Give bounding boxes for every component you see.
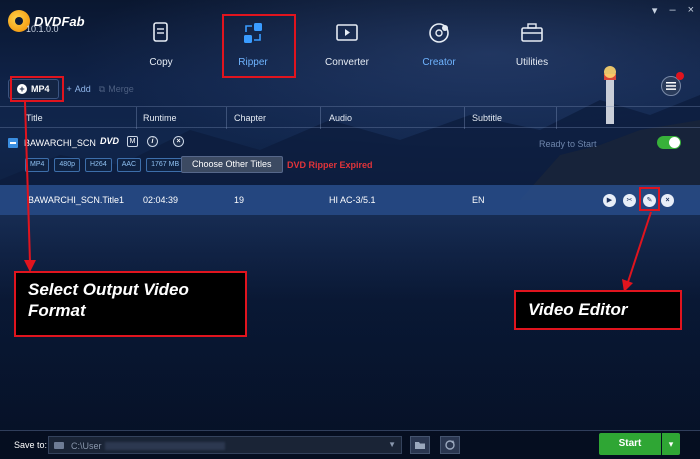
top-bar: DVDFab 10.1.0.0 ▾ – × Copy Ripper Conver… (0, 0, 700, 84)
column-divider (226, 107, 227, 129)
merge-button[interactable]: ⧉ Merge (99, 84, 134, 95)
column-divider (556, 107, 557, 129)
chip-video-codec[interactable]: H264 (84, 158, 112, 172)
format-highlight-box (10, 76, 64, 102)
column-title[interactable]: Title (26, 113, 43, 123)
mode-creator-label: Creator (422, 57, 456, 68)
add-source-button[interactable]: + Add (67, 84, 91, 94)
mode-utilities-label: Utilities (515, 57, 549, 68)
disc-name: BAWARCHI_SCN (24, 138, 96, 148)
row-runtime: 02:04:39 (143, 195, 179, 205)
source-group: BAWARCHI_SCN DVD M i × Ready to Start MP… (0, 131, 700, 183)
play-icon[interactable]: ▶ (603, 194, 616, 207)
folder-icon (415, 442, 425, 449)
start-options-chevron-icon[interactable]: ▾ (662, 433, 680, 455)
row-title: BAWARCHI_SCN.Title1 (28, 195, 125, 205)
settings-icon[interactable]: ✂ (623, 194, 636, 207)
app-version: 10.1.0.0 (26, 24, 59, 34)
status-text: Ready to Start (539, 139, 597, 149)
row-chapter: 19 (234, 195, 245, 205)
chip-audio-codec[interactable]: AAC (116, 158, 142, 172)
window-controls: ▾ – × (652, 4, 694, 17)
output-path-text: C:\User (71, 441, 102, 451)
plus-icon: + (66, 84, 72, 94)
enable-toggle[interactable] (657, 136, 681, 149)
browse-folder-button[interactable] (410, 436, 430, 454)
converter-film-icon (336, 24, 358, 41)
profile-chips: MP4 480p H264 AAC 1767 MB (25, 158, 185, 172)
hamburger-icon (666, 82, 676, 90)
save-to-label: Save to: (14, 440, 48, 450)
callout-select-format: Select Output Video Format (14, 271, 247, 337)
copy-document-icon (153, 22, 168, 42)
table-row[interactable]: BAWARCHI_SCN.Title1 02:04:39 19 HI AC-3/… (0, 185, 700, 215)
merge-icon: ⧉ (98, 83, 106, 94)
refresh-button[interactable] (440, 436, 460, 454)
chip-size[interactable]: 1767 MB (146, 158, 185, 172)
folder-small-icon (54, 442, 64, 449)
choose-other-titles-button[interactable]: Choose Other Titles (181, 156, 283, 173)
row-subtitle[interactable]: EN (472, 195, 485, 205)
minimize-icon[interactable]: – (669, 4, 675, 17)
output-path-field[interactable]: C:\User ▼ (48, 436, 402, 454)
close-icon[interactable]: × (688, 4, 694, 17)
remove-source-icon[interactable]: × (173, 136, 184, 147)
utilities-toolbox-icon (521, 23, 543, 42)
refresh-icon (445, 440, 455, 450)
column-divider (464, 107, 465, 129)
column-header-row: Title Runtime Chapter Audio Subtitle (0, 106, 700, 129)
chip-resolution[interactable]: 480p (54, 158, 80, 172)
column-chapter[interactable]: Chapter (234, 113, 266, 123)
bottom-bar: Save to: C:\User ▼ (0, 430, 700, 459)
dropdown-menu-icon[interactable]: ▾ (652, 4, 658, 17)
collapse-toggle[interactable] (8, 138, 18, 148)
editor-highlight-box (639, 187, 660, 211)
mode-utilities[interactable]: Utilities (497, 20, 567, 70)
column-subtitle[interactable]: Subtitle (472, 113, 502, 123)
mode-converter[interactable]: Converter (312, 20, 382, 70)
row-audio[interactable]: HI AC-3/5.1 (329, 195, 376, 205)
redacted-path (105, 442, 225, 450)
dvd-logo-icon: DVD (100, 136, 120, 146)
m-icon[interactable]: M (127, 136, 138, 147)
remove-title-icon[interactable]: × (661, 194, 674, 207)
notification-badge (676, 72, 684, 80)
callout-video-editor: Video Editor (514, 290, 682, 330)
add-source-label: Add (74, 84, 91, 94)
column-divider (320, 107, 321, 129)
mode-creator[interactable]: Creator (404, 20, 474, 70)
chip-container[interactable]: MP4 (25, 158, 50, 172)
mode-copy-label: Copy (149, 57, 173, 68)
module-status: DVD Ripper Expired (287, 160, 373, 170)
column-audio[interactable]: Audio (329, 113, 352, 123)
chevron-down-icon[interactable]: ▼ (388, 440, 396, 449)
ripper-highlight-box (222, 14, 296, 78)
column-runtime[interactable]: Runtime (143, 113, 177, 123)
start-button[interactable]: Start (599, 433, 661, 455)
mode-copy[interactable]: Copy (126, 20, 196, 70)
column-divider (136, 107, 137, 129)
creator-disc-icon (429, 23, 449, 43)
merge-label: Merge (108, 84, 134, 94)
mode-converter-label: Converter (325, 57, 369, 68)
info-icon[interactable]: i (147, 136, 158, 147)
